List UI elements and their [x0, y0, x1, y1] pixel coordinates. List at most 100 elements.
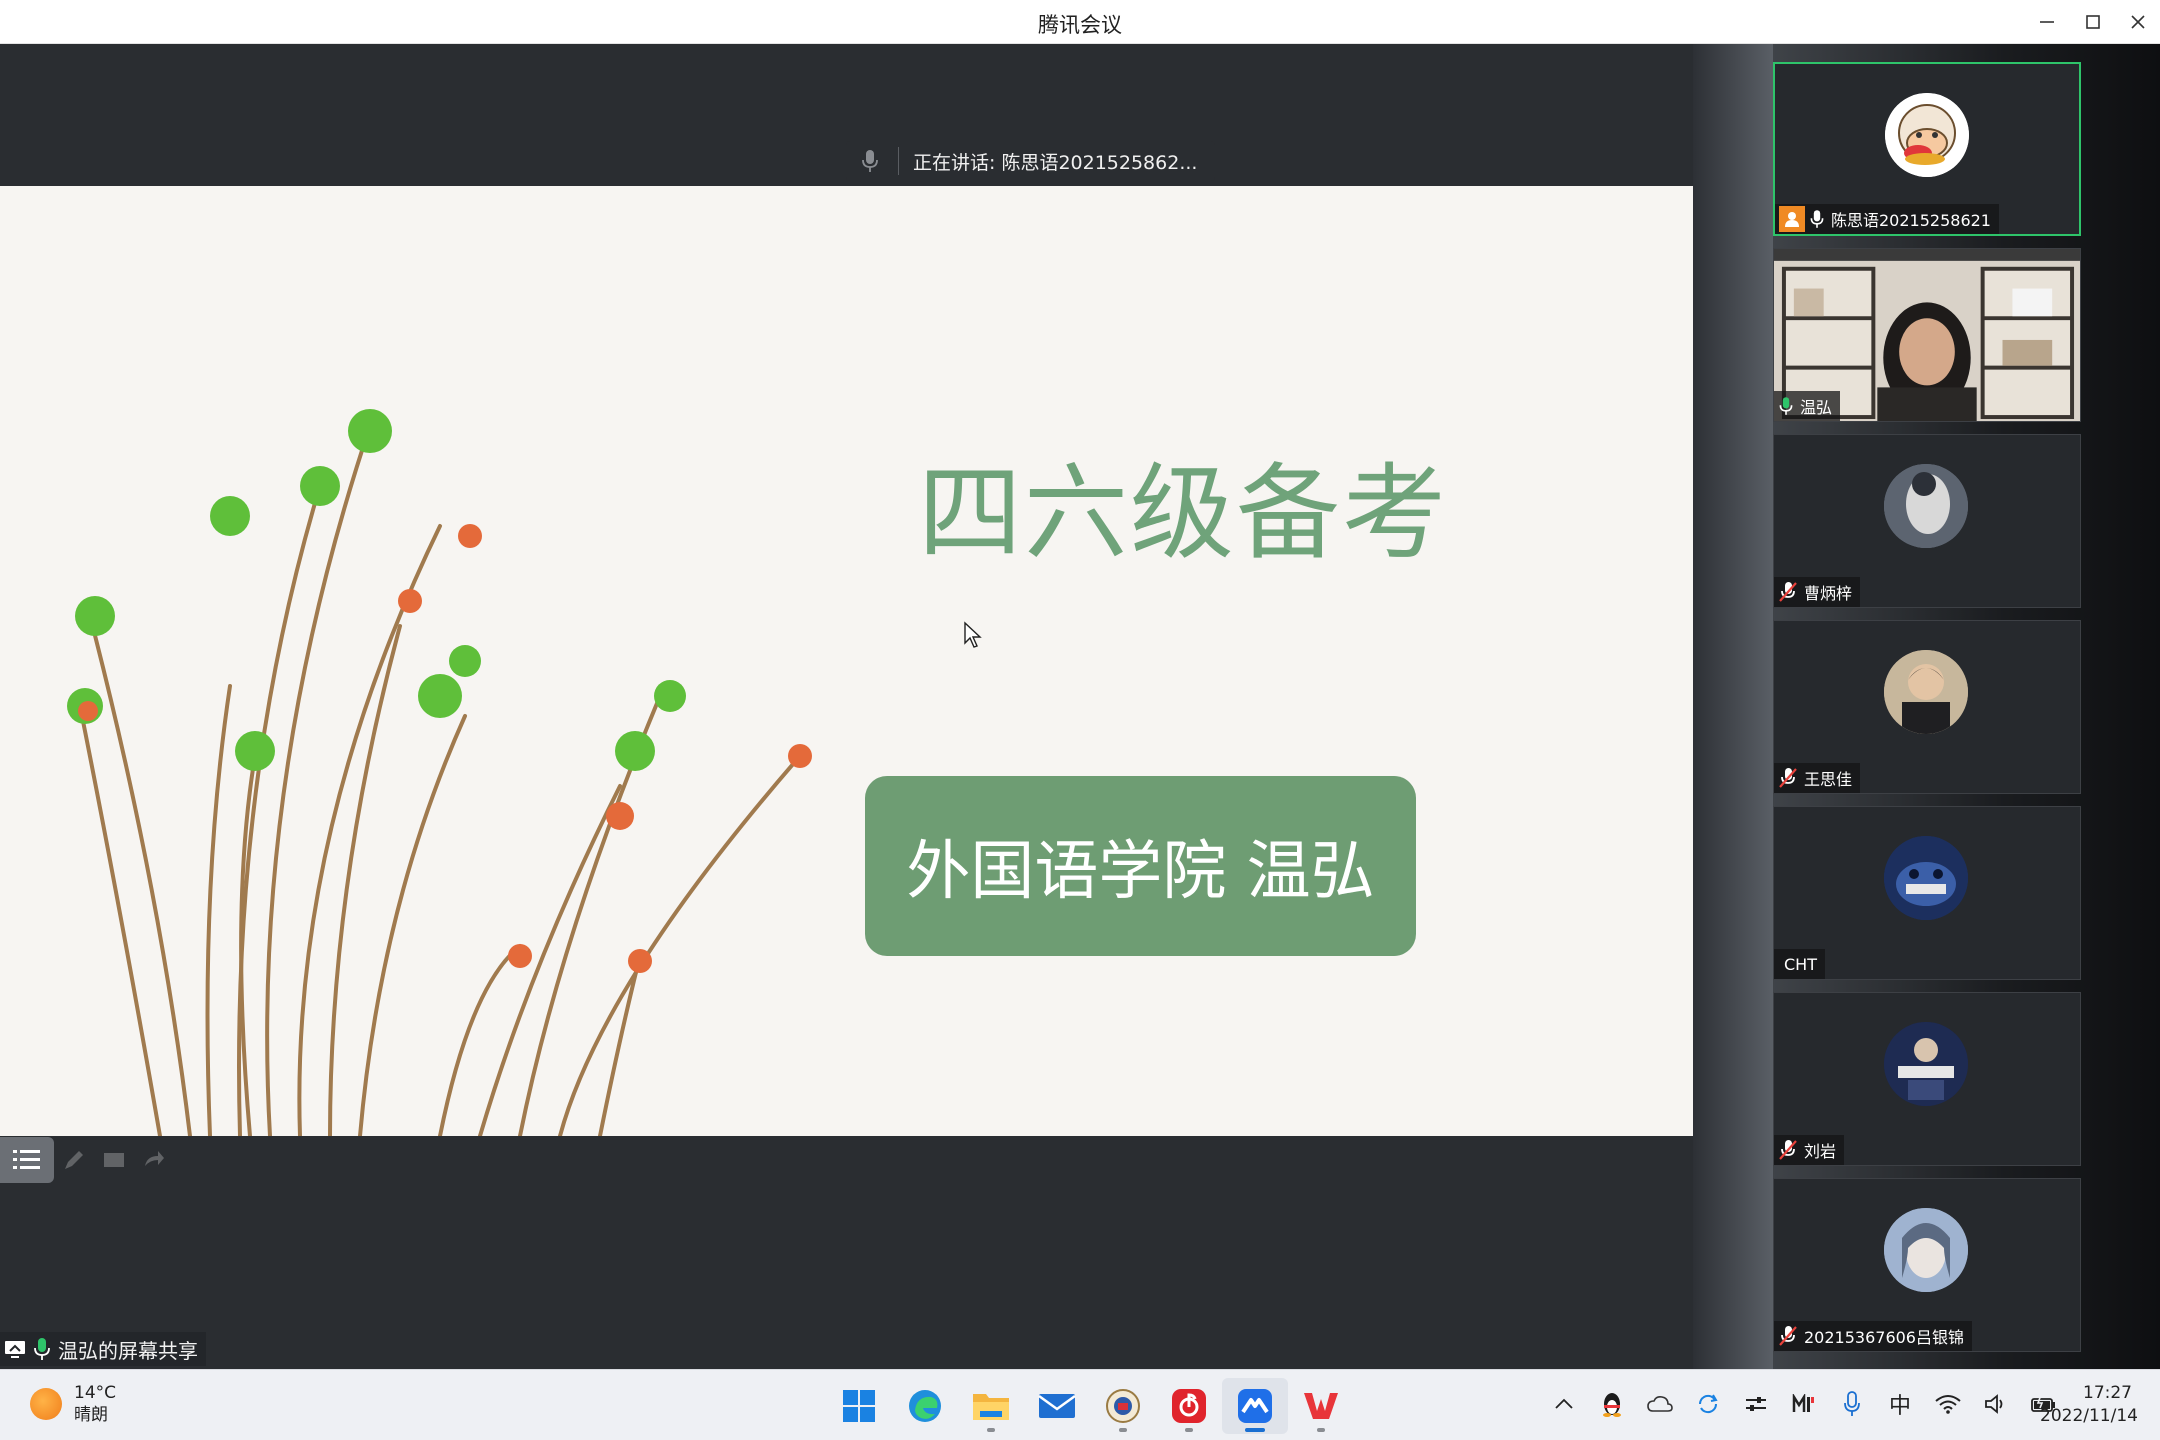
weather-temperature: 14°C: [74, 1383, 117, 1403]
sync-tray-button[interactable]: [1684, 1384, 1732, 1424]
taskbar-apps: [826, 1378, 1354, 1434]
participant-tile[interactable]: 刘岩: [1773, 992, 2081, 1166]
participant-tile[interactable]: 王思佳: [1773, 620, 2081, 794]
participant-name: 刘岩: [1804, 1142, 1837, 1161]
sync-icon: [1698, 1394, 1718, 1414]
running-indicator: [1317, 1428, 1325, 1432]
participant-nameplate: 20215367606吕银锦: [1774, 1321, 1972, 1351]
user-avatar: [1884, 836, 1968, 920]
speaker-icon: [1985, 1394, 2003, 1414]
pen-tool-button[interactable]: [54, 1140, 94, 1180]
app-tray-button[interactable]: [1780, 1384, 1828, 1424]
netease-music-button[interactable]: [1156, 1378, 1222, 1434]
cloud-icon: [1647, 1396, 1673, 1412]
host-icon: [1779, 206, 1805, 232]
wifi-button[interactable]: [1924, 1384, 1972, 1424]
microphone-icon: [862, 150, 878, 172]
university-emblem-icon: [1106, 1389, 1140, 1423]
file-explorer-button[interactable]: [958, 1378, 1024, 1434]
system-tray: 中: [1540, 1384, 2068, 1424]
speaking-text: 正在讲话: 陈思语2021525862...: [913, 151, 1198, 174]
participant-nameplate: 王思佳: [1774, 763, 1861, 793]
edge-icon: [909, 1390, 941, 1422]
mail-icon: [1038, 1394, 1076, 1418]
clock-date: 2022/11/14: [2040, 1406, 2138, 1426]
qq-tray-button[interactable]: [1588, 1384, 1636, 1424]
maximize-icon: [2086, 15, 2100, 29]
shared-slide: 四六级备考 外国语学院 温弘: [0, 186, 1693, 1136]
divider: [898, 147, 899, 175]
running-indicator: [1185, 1428, 1193, 1432]
participant-nameplate: CHT: [1774, 949, 1825, 979]
participant-tile[interactable]: 曹炳梓: [1773, 434, 2081, 608]
text-tool-button[interactable]: [94, 1140, 134, 1180]
pen-icon: [65, 1151, 83, 1169]
participant-nameplate: 刘岩: [1774, 1135, 1845, 1165]
title-bar: 腾讯会议: [0, 0, 2160, 44]
clock[interactable]: 17:27 2022/11/14: [2040, 1382, 2138, 1428]
user-avatar: [1884, 650, 1968, 734]
minimize-button[interactable]: [2024, 0, 2070, 44]
sheep-avatar-icon: [1885, 93, 1969, 177]
music-icon: [1172, 1389, 1206, 1423]
user-avatar: [1884, 464, 1968, 548]
participant-tile[interactable]: 20215367606吕银锦: [1773, 1178, 2081, 1352]
participant-name: 王思佳: [1804, 770, 1853, 789]
microphone-muted-icon: [1779, 1326, 1797, 1346]
onedrive-tray-button[interactable]: [1636, 1384, 1684, 1424]
running-indicator: [1119, 1428, 1127, 1432]
microphone-muted-icon: [1779, 768, 1797, 788]
university-app-button[interactable]: [1090, 1378, 1156, 1434]
tencent-meeting-button[interactable]: [1222, 1378, 1288, 1434]
maximize-button[interactable]: [2070, 0, 2116, 44]
start-button[interactable]: [826, 1378, 892, 1434]
close-icon: [2131, 15, 2145, 29]
close-button[interactable]: [2115, 0, 2160, 44]
chevron-up-icon: [1555, 1398, 1573, 1409]
mail-button[interactable]: [1024, 1378, 1090, 1434]
edge-button[interactable]: [892, 1378, 958, 1434]
voice-input-button[interactable]: [1828, 1384, 1876, 1424]
weather-widget[interactable]: 14°C 晴朗: [30, 1382, 116, 1426]
participant-tile[interactable]: CHT: [1773, 806, 2081, 980]
participant-nameplate: 曹炳梓: [1774, 577, 1861, 607]
forward-icon: [145, 1151, 164, 1166]
microphone-on-icon: [1810, 210, 1824, 228]
participant-tile[interactable]: 温弘: [1773, 248, 2081, 422]
folder-icon: [973, 1394, 1009, 1420]
windows-icon: [843, 1390, 875, 1422]
wps-icon: [1304, 1393, 1338, 1419]
wifi-icon: [1935, 1395, 1961, 1414]
participant-name: 温弘: [1800, 398, 1833, 417]
settings-tray-button[interactable]: [1732, 1384, 1780, 1424]
penguin-icon: [1603, 1393, 1621, 1417]
app-logo-icon: [1792, 1394, 1814, 1412]
taskbar: 14°C 晴朗 中 17:27 2022/11/14: [0, 1369, 2160, 1440]
mouse-cursor-icon: [964, 621, 982, 648]
input-method-button[interactable]: 中: [1876, 1384, 1924, 1424]
wps-button[interactable]: [1288, 1378, 1354, 1434]
plants-illustration: [67, 409, 812, 1136]
microphone-muted-icon: [1779, 1140, 1797, 1160]
screen-share-text: 温弘的屏幕共享: [58, 1338, 198, 1363]
strip-divider: [1693, 44, 1773, 1369]
slide-presenter-badge: 外国语学院 温弘: [865, 776, 1416, 956]
volume-button[interactable]: [1972, 1384, 2020, 1424]
slide-title: 四六级备考: [918, 452, 1449, 574]
tencent-meeting-icon: [1238, 1389, 1272, 1423]
clock-time: 17:27: [2083, 1383, 2132, 1403]
forward-tool-button[interactable]: [134, 1140, 174, 1180]
screen-share-label: 温弘的屏幕共享: [0, 1332, 206, 1366]
running-indicator: [1245, 1428, 1265, 1432]
slide-menu-button[interactable]: [0, 1137, 54, 1183]
speaking-indicator: 正在讲话: 陈思语2021525862...: [846, 141, 1216, 181]
participant-name: CHT: [1784, 954, 1817, 974]
user-avatar: [1884, 1022, 1968, 1106]
participant-tile[interactable]: 陈思语20215258621: [1773, 62, 2081, 236]
participant-nameplate: 温弘: [1774, 391, 1841, 421]
sliders-icon: [1746, 1397, 1766, 1411]
sun-icon: [30, 1388, 62, 1420]
slide-presenter-text: 外国语学院 温弘: [906, 835, 1375, 909]
show-hidden-icons-button[interactable]: [1540, 1384, 1588, 1424]
list-icon: [13, 1150, 40, 1169]
